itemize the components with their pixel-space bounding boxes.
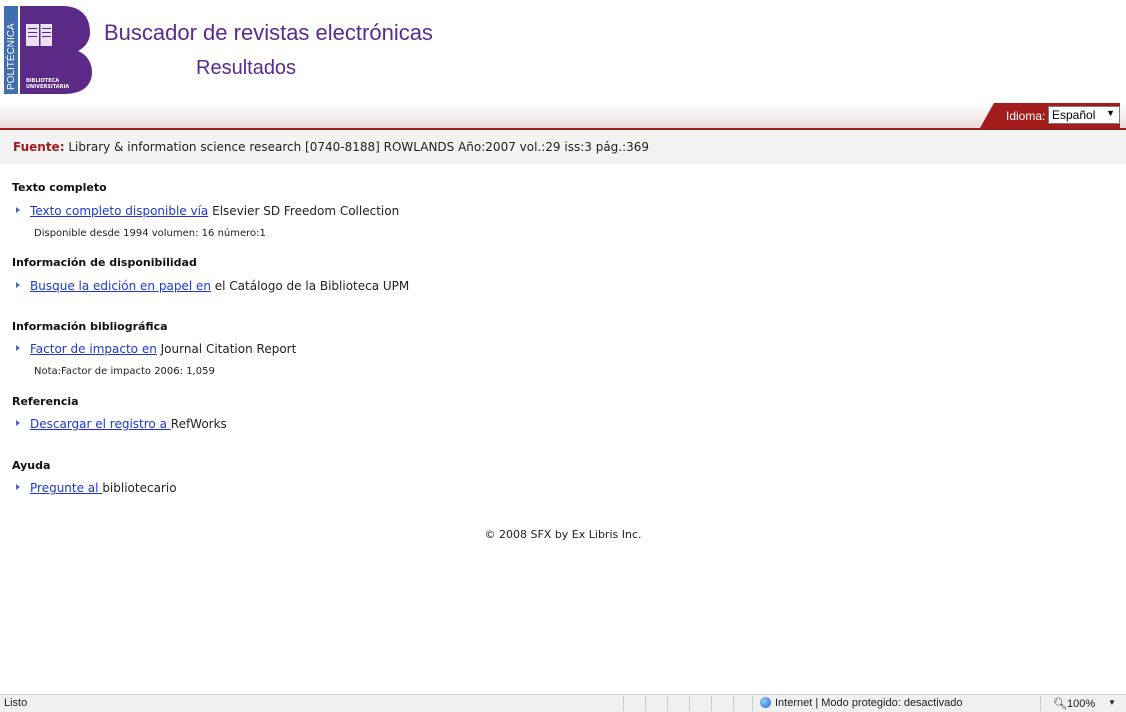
- status-divider: [667, 696, 668, 711]
- fulltext-note: Disponible desde 1994 volumen: 16 número…: [34, 228, 266, 239]
- source-text: Library & information science research […: [68, 140, 650, 154]
- dropdown-arrow-icon: ▼: [1106, 108, 1115, 118]
- list-item-availability: Busque la edición en papel en el Catálog…: [16, 279, 409, 293]
- impact-factor-link[interactable]: Factor de impacto en: [30, 342, 157, 356]
- status-divider: [733, 696, 734, 711]
- zoom-icon: 🔍︎: [1053, 698, 1067, 710]
- refworks-link[interactable]: Descargar el registro a: [30, 417, 171, 431]
- source-bar: Fuente: Library & information science re…: [0, 130, 1126, 164]
- catalog-link[interactable]: Busque la edición en papel en: [30, 279, 211, 293]
- page-subtitle: Resultados: [196, 57, 297, 79]
- source-label: Fuente:: [13, 140, 65, 154]
- catalog-text: el Catálogo de la Biblioteca UPM: [210, 279, 410, 293]
- status-divider: [1040, 696, 1041, 711]
- fulltext-link[interactable]: Texto completo disponible vía: [30, 204, 208, 218]
- impact-factor-text: Journal Citation Report: [156, 342, 297, 356]
- ask-librarian-link[interactable]: Pregunte al: [30, 481, 102, 495]
- heading-reference: Referencia: [12, 395, 79, 408]
- svg-text:POLITÉCNICA: POLITÉCNICA: [4, 23, 17, 90]
- heading-fulltext: Texto completo: [12, 181, 107, 194]
- svg-text:UNIVERSITARIA: UNIVERSITARIA: [26, 84, 69, 90]
- status-divider: [623, 696, 624, 711]
- refworks-text: RefWorks: [170, 417, 227, 431]
- status-divider: [689, 696, 690, 711]
- heading-availability: Información de disponibilidad: [12, 256, 197, 269]
- zoom-level: 100%: [1066, 698, 1096, 710]
- list-item-bibliographic: Factor de impacto en Journal Citation Re…: [16, 342, 296, 356]
- status-text: Listo: [4, 697, 28, 709]
- bullet-arrow-icon: [16, 282, 20, 288]
- language-selected-value: Español: [1052, 108, 1096, 122]
- heading-bibliographic: Información bibliográfica: [12, 320, 168, 333]
- copyright-footer: © 2008 SFX by Ex Libris Inc.: [484, 528, 642, 541]
- page-header: POLITÉCNICA BIBLIOTECA UNIVERSITARIA Bus…: [0, 0, 1126, 100]
- fulltext-provider: Elsevier SD Freedom Collection: [208, 204, 400, 218]
- ask-librarian-text: bibliotecario: [102, 481, 177, 495]
- page-title: Buscador de revistas electrónicas: [104, 20, 433, 45]
- list-item-fulltext: Texto completo disponible vía Elsevier S…: [16, 204, 399, 218]
- zone-text: Internet | Modo protegido: desactivado: [775, 697, 963, 709]
- browser-status-bar: Listo Internet | Modo protegido: desacti…: [0, 694, 1126, 712]
- heading-help: Ayuda: [12, 459, 51, 472]
- impact-factor-note: Nota:Factor de impacto 2006: 1,059: [34, 366, 215, 377]
- security-zone[interactable]: Internet | Modo protegido: desactivado: [760, 697, 963, 709]
- bullet-arrow-icon: [16, 420, 20, 426]
- bullet-arrow-icon: [16, 484, 20, 490]
- globe-icon: [760, 697, 771, 708]
- upm-library-logo: POLITÉCNICA BIBLIOTECA UNIVERSITARIA: [4, 6, 92, 94]
- language-select[interactable]: Español ▼: [1048, 106, 1120, 124]
- list-item-reference: Descargar el registro a RefWorks: [16, 417, 227, 431]
- language-bar: Idioma: Español ▼: [0, 103, 1126, 130]
- status-divider: [752, 696, 753, 711]
- zoom-control[interactable]: 🔍︎100%: [1053, 697, 1095, 710]
- zoom-dropdown-icon[interactable]: ▼: [1108, 698, 1116, 707]
- language-label: Idioma:: [1006, 109, 1046, 123]
- status-divider: [645, 696, 646, 711]
- list-item-help: Pregunte al bibliotecario: [16, 481, 177, 495]
- status-divider: [711, 696, 712, 711]
- source-line: Fuente: Library & information science re…: [13, 140, 649, 154]
- bullet-arrow-icon: [16, 345, 20, 351]
- language-tab: Idioma: Español ▼: [966, 103, 1120, 128]
- bullet-arrow-icon: [16, 207, 20, 213]
